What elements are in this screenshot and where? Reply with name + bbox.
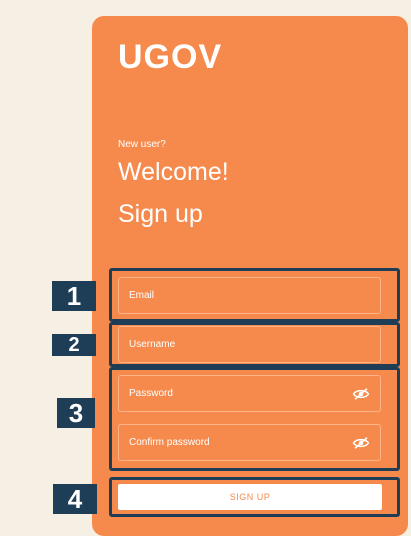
new-user-prompt: New user? <box>118 139 166 150</box>
annotation-box-1 <box>109 268 400 322</box>
annotation-badge-4: 4 <box>53 484 97 514</box>
annotation-badge-3: 3 <box>57 398 95 428</box>
app-logo: UGOV <box>118 38 223 76</box>
annotation-box-2 <box>109 322 400 367</box>
welcome-heading: Welcome! <box>118 158 229 186</box>
annotation-badge-2: 2 <box>52 334 96 356</box>
signup-heading: Sign up <box>118 200 203 228</box>
annotation-badge-1: 1 <box>52 281 96 311</box>
annotation-box-4 <box>109 477 400 517</box>
annotation-box-3 <box>109 367 400 471</box>
